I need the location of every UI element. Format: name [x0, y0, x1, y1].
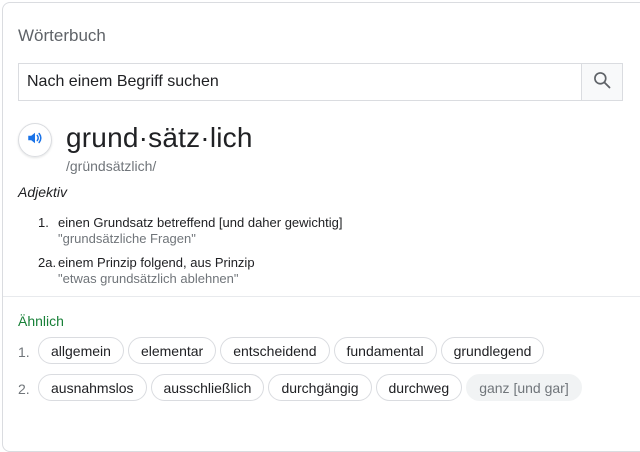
synonym-chip[interactable]: durchweg — [375, 374, 463, 401]
definition-text: einem Prinzip folgend, aus Prinzip — [58, 255, 255, 270]
synonym-chip[interactable]: fundamental — [333, 337, 437, 364]
search-icon — [592, 70, 612, 95]
synonym-chip[interactable]: grundlegend — [440, 337, 545, 364]
synonym-group-number: 1. — [18, 344, 30, 360]
section-divider — [3, 296, 640, 297]
synonym-row: allgemein elementar entscheidend fundame… — [38, 337, 545, 364]
part-of-speech: Adjektiv — [18, 184, 68, 200]
headword: grund·sätz·lich — [66, 122, 253, 153]
synonym-group-number: 2. — [18, 381, 30, 397]
definition-number: 1. — [38, 215, 49, 230]
search-input[interactable] — [19, 64, 581, 100]
definition-example: "grundsätzliche Fragen" — [58, 231, 196, 246]
speaker-icon — [26, 129, 44, 152]
synonym-chip[interactable]: elementar — [127, 337, 217, 364]
definition-example: "etwas grundsätzlich ablehnen" — [58, 271, 239, 286]
similar-words-label: Ähnlich — [18, 313, 64, 329]
definition-text: einen Grundsatz betreffend [und daher ge… — [58, 215, 343, 230]
synonym-chip[interactable]: ausnahmslos — [38, 374, 147, 401]
synonym-chip[interactable]: ausschließlich — [150, 374, 265, 401]
definition-number: 2a. — [38, 255, 57, 270]
synonym-row: ausnahmslos ausschließlich durchgängig d… — [38, 374, 582, 401]
pronunciation-button[interactable] — [18, 123, 52, 157]
card-title: Wörterbuch — [18, 26, 106, 45]
search-button[interactable] — [581, 64, 622, 100]
search-box — [18, 63, 623, 101]
synonym-chip[interactable]: entscheidend — [220, 337, 330, 364]
phonetic-transcription: /gründsätzlich/ — [66, 158, 157, 174]
synonym-chip[interactable]: durchgängig — [268, 374, 372, 401]
synonym-chip-muted[interactable]: ganz [und gar] — [466, 374, 582, 401]
synonym-chip[interactable]: allgemein — [38, 337, 124, 364]
